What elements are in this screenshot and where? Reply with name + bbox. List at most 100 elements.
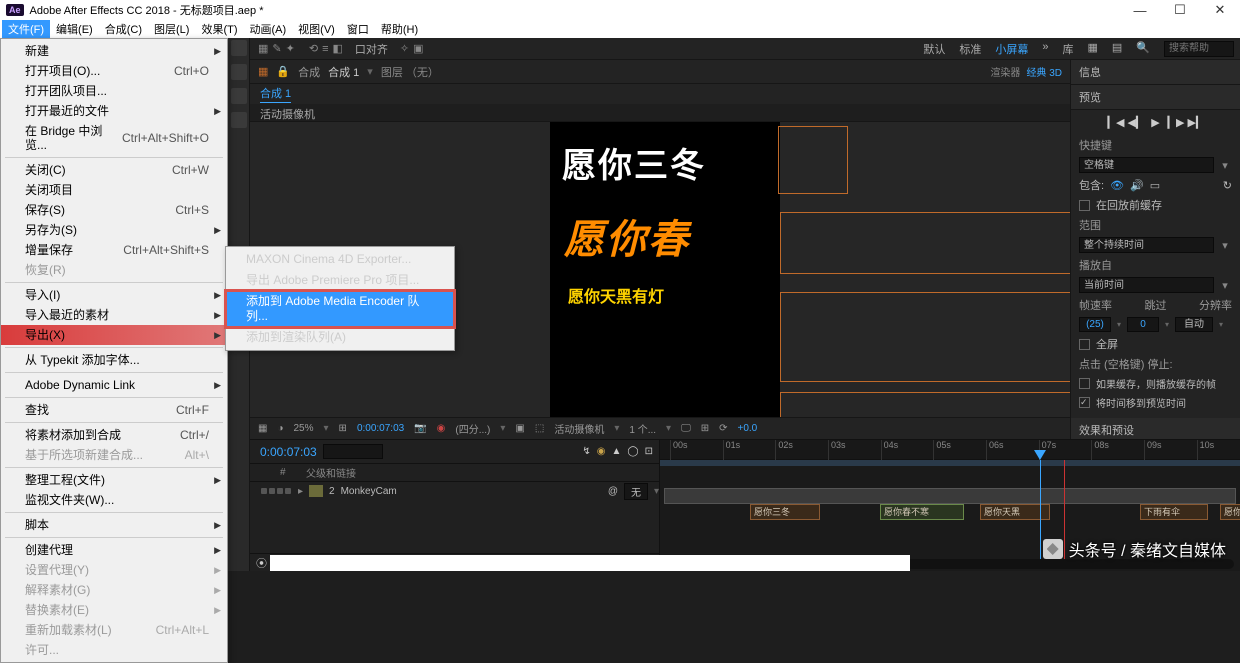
views-dropdown[interactable]: 1 个... bbox=[629, 421, 656, 436]
timeline-icon[interactable]: ◯ bbox=[627, 446, 638, 457]
skip-value[interactable]: 0 bbox=[1127, 317, 1159, 332]
export-render-queue[interactable]: 添加到渲染队列(A) bbox=[226, 327, 454, 348]
res-value[interactable]: 自动 bbox=[1175, 317, 1213, 332]
zoom-value[interactable]: 25% bbox=[294, 423, 314, 434]
timeline-clip[interactable]: 愿你三冬 bbox=[750, 504, 820, 520]
first-frame-icon[interactable]: ▎◀ bbox=[1108, 116, 1124, 129]
file-menu-item[interactable]: 查找Ctrl+F bbox=[1, 400, 227, 420]
file-menu-item[interactable]: 创建代理▶ bbox=[1, 540, 227, 560]
file-menu-item[interactable]: 保存(S)Ctrl+S bbox=[1, 200, 227, 220]
menu-window[interactable]: 窗口 bbox=[341, 19, 375, 39]
align-toggle[interactable]: 口对齐 bbox=[355, 41, 388, 57]
help-search-input[interactable] bbox=[1164, 41, 1234, 57]
timeline-icon[interactable]: ⊡ bbox=[645, 446, 653, 457]
chevron-down-icon[interactable]: ▾ bbox=[1218, 279, 1232, 292]
timeline-timecode[interactable]: 0:00:07:03 bbox=[260, 445, 317, 459]
window-minimize-button[interactable]: — bbox=[1120, 0, 1160, 20]
panel-preview-header[interactable]: 预览 bbox=[1071, 85, 1240, 110]
file-menu-item[interactable]: 新建▶ bbox=[1, 41, 227, 61]
menu-layer[interactable]: 图层(L) bbox=[148, 19, 195, 39]
camera-dropdown[interactable]: 活动摄像机 bbox=[554, 421, 604, 436]
workspace-smallscreen[interactable]: 小屏幕 bbox=[995, 41, 1028, 57]
file-menu-item[interactable]: 脚本▶ bbox=[1, 515, 227, 535]
speaker-icon[interactable]: 🔊 bbox=[1130, 179, 1144, 192]
viewer-icon[interactable]: ⟳ bbox=[719, 423, 727, 434]
comp-subtab[interactable]: 合成 1 bbox=[260, 85, 291, 103]
playfrom-field[interactable]: 当前时间 bbox=[1079, 277, 1214, 293]
fps-value[interactable]: (25) bbox=[1079, 317, 1111, 332]
footer-timecode[interactable]: 0:00:07:03 bbox=[357, 423, 404, 434]
export-ame-queue[interactable]: 添加到 Adobe Media Encoder 队列... bbox=[226, 291, 454, 327]
parent-pickwhip-icon[interactable]: @ bbox=[608, 486, 618, 497]
chevron-down-icon[interactable]: ▾ bbox=[1218, 239, 1232, 252]
file-menu-item[interactable]: 打开最近的文件▶ bbox=[1, 101, 227, 121]
timeline-search-input[interactable] bbox=[323, 444, 383, 459]
viewer-icon[interactable]: ⊞ bbox=[701, 423, 709, 434]
resolution-icon[interactable]: ⊞ bbox=[339, 423, 347, 434]
tool-icon[interactable] bbox=[231, 40, 247, 56]
tool-icon[interactable] bbox=[231, 88, 247, 104]
export-premiere[interactable]: 导出 Adobe Premiere Pro 项目... bbox=[226, 270, 454, 291]
exposure-value[interactable]: +0.0 bbox=[738, 423, 758, 434]
comp-tab-name[interactable]: 合成 1 bbox=[328, 64, 359, 80]
parent-dropdown[interactable]: 无 bbox=[624, 483, 648, 500]
menu-file[interactable]: 文件(F) bbox=[2, 19, 50, 39]
panel-menu-icon[interactable]: ▦ bbox=[258, 65, 268, 78]
menu-view[interactable]: 视图(V) bbox=[292, 19, 341, 39]
viewer-icon[interactable]: 🖵 bbox=[681, 423, 691, 434]
workspace-default[interactable]: 默认 bbox=[923, 41, 945, 57]
chevron-right-icon[interactable]: » bbox=[1042, 41, 1048, 57]
menu-help[interactable]: 帮助(H) bbox=[375, 19, 424, 39]
loop-icon[interactable]: ↻ bbox=[1223, 179, 1232, 192]
cached-frames-checkbox[interactable] bbox=[1079, 378, 1090, 389]
file-menu-item[interactable]: 从 Typekit 添加字体... bbox=[1, 350, 227, 370]
cache-checkbox[interactable] bbox=[1079, 200, 1090, 211]
timeline-ruler[interactable]: 00s01s02s03s04s05s06s07s08s09s10s11s12s1… bbox=[660, 440, 1240, 460]
timeline-icon[interactable]: ▲ bbox=[612, 446, 622, 457]
tool-icon[interactable] bbox=[231, 112, 247, 128]
file-menu-item[interactable]: Adobe Dynamic Link▶ bbox=[1, 375, 227, 395]
range-field[interactable]: 整个持续时间 bbox=[1079, 237, 1214, 253]
movetime-checkbox[interactable] bbox=[1079, 397, 1090, 408]
renderer-value[interactable]: 经典 3D bbox=[1026, 64, 1062, 79]
timeline-icon[interactable]: ◉ bbox=[597, 446, 606, 457]
file-menu-item[interactable]: 导入最近的素材▶ bbox=[1, 305, 227, 325]
timeline-layer-row[interactable]: ▸ 2 MonkeyCam @ 无▾ bbox=[250, 482, 659, 500]
menu-edit[interactable]: 编辑(E) bbox=[50, 19, 99, 39]
menu-effect[interactable]: 效果(T) bbox=[195, 19, 243, 39]
mask-icon[interactable]: ◑ bbox=[277, 423, 283, 434]
timeline-layer-bar[interactable] bbox=[664, 488, 1236, 504]
3d-icon[interactable]: ⬚ bbox=[535, 423, 544, 434]
tool-icon[interactable] bbox=[231, 64, 247, 80]
menu-animation[interactable]: 动画(A) bbox=[244, 19, 293, 39]
workspace-standard[interactable]: 标准 bbox=[959, 41, 981, 57]
workspace-library[interactable]: 库 bbox=[1062, 41, 1073, 57]
menu-composition[interactable]: 合成(C) bbox=[99, 19, 148, 39]
chevron-down-icon[interactable]: ▾ bbox=[1218, 159, 1232, 172]
shortcut-field[interactable]: 空格键 bbox=[1079, 157, 1214, 173]
overlay-icon[interactable]: ▭ bbox=[1150, 179, 1160, 192]
panel-info-header[interactable]: 信息 bbox=[1071, 60, 1240, 85]
timeline-toggle-icon[interactable]: ⦿ bbox=[256, 555, 267, 571]
file-menu-item[interactable]: 关闭(C)Ctrl+W bbox=[1, 160, 227, 180]
file-menu-item[interactable]: 另存为(S)▶ bbox=[1, 220, 227, 240]
layer-bounds-box[interactable] bbox=[780, 292, 1070, 382]
color-icon[interactable]: ◉ bbox=[437, 423, 446, 434]
next-frame-icon[interactable]: ▎▶ bbox=[1168, 116, 1184, 129]
timeline-clip[interactable]: 愿你一路上 bbox=[1220, 504, 1240, 520]
file-menu-item[interactable]: 增量保存Ctrl+Alt+Shift+S bbox=[1, 240, 227, 260]
grid-icon[interactable]: ▦ bbox=[258, 423, 267, 434]
file-menu-item[interactable]: 关闭项目 bbox=[1, 180, 227, 200]
timeline-icon[interactable]: ↯ bbox=[582, 446, 590, 457]
lock-icon[interactable]: 🔒 bbox=[276, 65, 290, 78]
layer-bounds-box[interactable] bbox=[778, 126, 848, 194]
window-maximize-button[interactable]: ☐ bbox=[1160, 0, 1200, 20]
view-icon[interactable]: ▣ bbox=[515, 423, 524, 434]
export-c4d[interactable]: MAXON Cinema 4D Exporter... bbox=[226, 249, 454, 270]
tool-icon[interactable]: ▤ bbox=[1112, 41, 1122, 57]
prev-frame-icon[interactable]: ◀▎ bbox=[1128, 116, 1144, 129]
file-menu-item[interactable]: 打开项目(O)...Ctrl+O bbox=[1, 61, 227, 81]
window-close-button[interactable]: ✕ bbox=[1200, 0, 1240, 20]
work-area-bar[interactable] bbox=[660, 460, 1240, 466]
file-menu-item[interactable]: 监视文件夹(W)... bbox=[1, 490, 227, 510]
